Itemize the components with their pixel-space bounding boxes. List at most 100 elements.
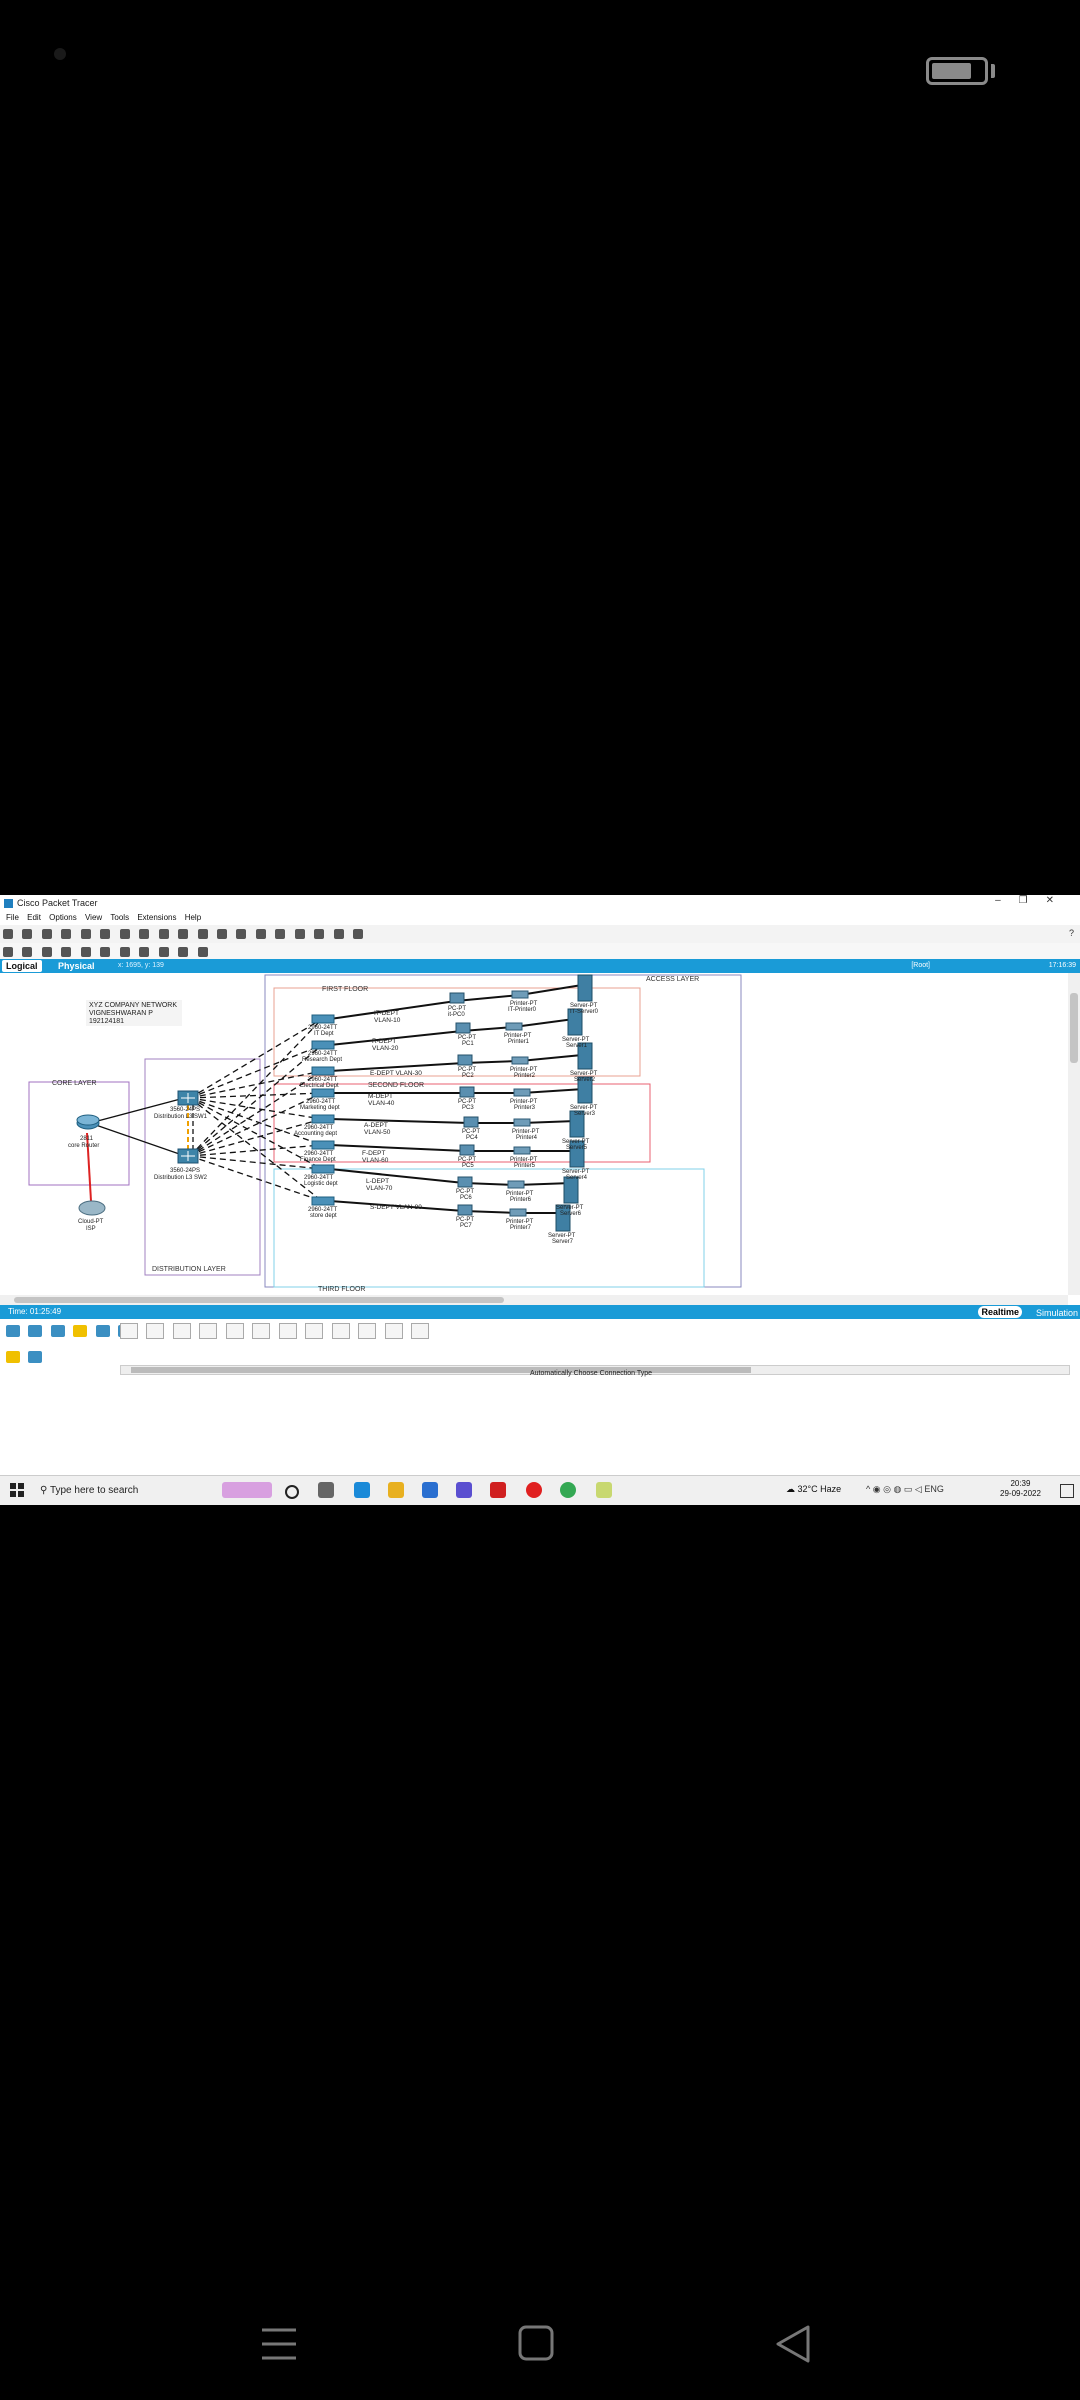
wizard-icon[interactable] [100, 929, 111, 939]
dist-sw1-name: Distribution L3 SW1 [154, 1114, 208, 1120]
search-highlight-image[interactable] [222, 1482, 272, 1498]
menu-tools[interactable]: Tools [110, 913, 129, 922]
tray-battery-icon[interactable]: ▭ [904, 1484, 913, 1494]
canvas-vertical-scrollbar[interactable] [1068, 973, 1080, 1295]
freeform-icon[interactable] [158, 947, 169, 957]
end-devices-icon[interactable] [28, 1325, 43, 1337]
menu-extensions[interactable]: Extensions [137, 913, 176, 922]
grid-icon[interactable] [28, 1351, 43, 1363]
misc-icon[interactable] [95, 1325, 110, 1337]
coaxial-cable-icon[interactable] [278, 1323, 297, 1339]
rectangle-icon[interactable] [119, 947, 130, 957]
print-icon[interactable] [61, 929, 72, 939]
phone-cable-icon[interactable] [252, 1323, 271, 1339]
zoom-reset-icon[interactable] [236, 929, 247, 939]
iot-cable-icon[interactable] [384, 1323, 403, 1339]
network-devices-icon[interactable] [6, 1325, 20, 1337]
menu-options[interactable]: Options [49, 913, 77, 922]
recent-apps-button[interactable] [250, 2310, 310, 2380]
language-indicator[interactable]: ENG [924, 1484, 944, 1494]
weather-widget[interactable]: ☁ 32°C Haze [786, 1484, 841, 1495]
tab-physical[interactable]: Physical [58, 959, 95, 973]
fiber-cable-icon[interactable] [225, 1323, 244, 1339]
console-cable-icon[interactable] [146, 1323, 165, 1339]
menu-view[interactable]: View [85, 913, 102, 922]
serial-dce-cable-icon[interactable] [305, 1323, 324, 1339]
line-icon[interactable] [100, 947, 111, 957]
tray-antivirus-icon[interactable]: ◉ [873, 1484, 881, 1494]
delete-icon[interactable] [41, 947, 52, 957]
note-icon[interactable] [80, 947, 91, 957]
topology-canvas[interactable]: XYZ COMPANY NETWORK VIGNESHWARAN P 19212… [0, 973, 1068, 1293]
notification-icon[interactable] [1060, 1484, 1074, 1498]
auto-cable-icon[interactable] [120, 1323, 138, 1339]
straight-through-cable-icon[interactable] [172, 1323, 191, 1339]
zoom-out-icon[interactable] [255, 929, 266, 939]
tray-chevron-icon[interactable]: ^ [866, 1484, 870, 1494]
info-icon[interactable] [80, 929, 91, 939]
copy-icon[interactable] [139, 929, 150, 939]
opera-icon[interactable] [526, 1482, 542, 1498]
inspect-icon[interactable] [22, 947, 33, 957]
edge-icon[interactable] [354, 1482, 370, 1498]
system-tray[interactable]: ^ ◉ ◎ ◍ ▭ ◁ ENG [866, 1484, 944, 1495]
packet-tracer-taskbar-icon[interactable] [596, 1482, 612, 1498]
new-file-icon[interactable] [3, 929, 13, 939]
menu-help[interactable]: Help [185, 913, 201, 922]
maximize-button[interactable]: ❐ [1019, 895, 1046, 906]
complex-pdu-icon[interactable] [197, 947, 208, 957]
undo-icon[interactable] [178, 929, 189, 939]
network-author: VIGNESHWARAN P [89, 1010, 153, 1017]
canvas-horizontal-scrollbar[interactable] [0, 1295, 1068, 1305]
printer4-name: Printer4 [516, 1135, 538, 1141]
viewport-icon[interactable] [314, 929, 325, 939]
windows-start-icon[interactable] [10, 1483, 24, 1497]
octal-cable-icon[interactable] [358, 1323, 377, 1339]
lightning-icon[interactable] [6, 1351, 20, 1363]
chrome-icon[interactable] [560, 1482, 576, 1498]
close-button[interactable]: ✕ [1046, 895, 1072, 906]
custom-device-icon[interactable] [294, 929, 305, 939]
paste-icon[interactable] [158, 929, 169, 939]
menu-edit[interactable]: Edit [27, 913, 41, 922]
redo-icon[interactable] [197, 929, 208, 939]
select-icon[interactable] [3, 947, 13, 957]
back-button[interactable] [765, 2310, 825, 2380]
app-icon[interactable] [456, 1482, 472, 1498]
simulation-toggle[interactable]: Simulation [1036, 1306, 1078, 1320]
simple-pdu-icon[interactable] [178, 947, 189, 957]
zoom-in-icon[interactable] [216, 929, 227, 939]
crossover-cable-icon[interactable] [199, 1323, 218, 1339]
tray-volume-icon[interactable]: ◁ [915, 1484, 922, 1494]
resize-icon[interactable] [61, 947, 72, 957]
menu-file[interactable]: File [6, 913, 19, 922]
serial-dte-cable-icon[interactable] [331, 1323, 350, 1339]
drawing-palette-icon[interactable] [275, 929, 286, 939]
network-info-icon[interactable] [119, 929, 130, 939]
taskbar-clock[interactable]: 20:39 29-09-2022 [1000, 1479, 1041, 1499]
cortana-icon[interactable] [285, 1485, 299, 1499]
usb-cable-icon[interactable] [410, 1323, 429, 1339]
help-button[interactable]: ? [1069, 928, 1074, 938]
tray-network-icon[interactable]: ◍ [894, 1484, 902, 1494]
open-file-icon[interactable] [22, 929, 33, 939]
home-button[interactable] [505, 2310, 567, 2380]
tray-bluetooth-icon[interactable]: ◎ [883, 1484, 891, 1494]
save-icon[interactable] [41, 929, 52, 939]
wps-icon[interactable] [490, 1482, 506, 1498]
connection-type-label: Automatically Choose Connection Type [530, 1370, 653, 1377]
task-view-icon[interactable] [318, 1482, 334, 1498]
pdu-icon[interactable] [353, 929, 364, 939]
file-explorer-icon[interactable] [388, 1482, 404, 1498]
minimize-button[interactable]: – [995, 895, 1019, 906]
image-icon[interactable] [333, 929, 344, 939]
connections-icon[interactable] [73, 1325, 88, 1337]
realtime-toggle[interactable]: Realtime [978, 1306, 1022, 1318]
mail-icon[interactable] [422, 1482, 438, 1498]
ellipse-icon[interactable] [139, 947, 150, 957]
components-icon[interactable] [50, 1325, 65, 1337]
tab-logical[interactable]: Logical [2, 960, 42, 972]
sim-time: Time: 01:25:49 [8, 1307, 62, 1316]
root-label[interactable]: [Root] [911, 959, 930, 973]
taskbar-search[interactable]: ⚲ Type here to search [40, 1480, 218, 1502]
